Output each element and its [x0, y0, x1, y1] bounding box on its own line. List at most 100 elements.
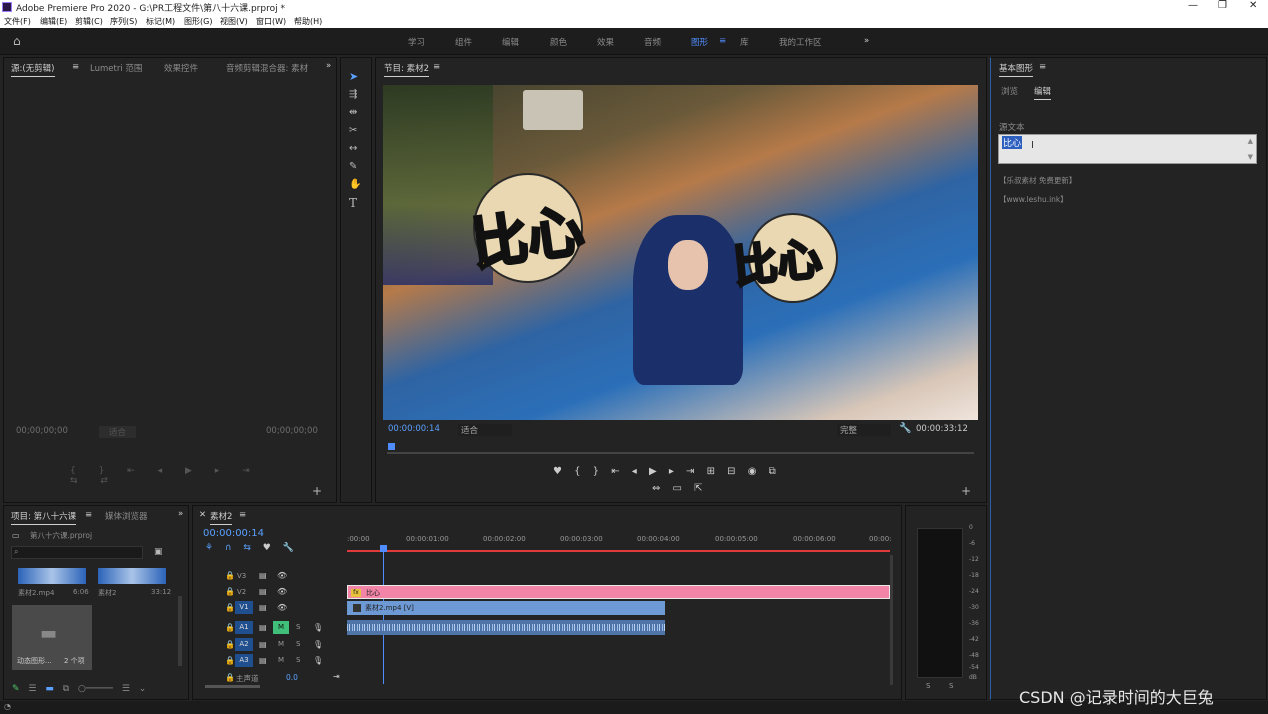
- razor-tool-icon[interactable]: ✂: [349, 126, 357, 136]
- menu-edit[interactable]: 编辑(E): [40, 16, 67, 27]
- program-scrub-bar[interactable]: [387, 452, 974, 454]
- lock-icon[interactable]: 🔒: [225, 623, 235, 632]
- lock-icon[interactable]: 🔒: [225, 571, 235, 580]
- tab-source[interactable]: 源:(无剪辑): [11, 62, 55, 77]
- timeline-timecode[interactable]: 00:00:00:14: [203, 528, 264, 539]
- workspace-libraries[interactable]: 库: [740, 36, 749, 48]
- meter-solo-right[interactable]: S: [949, 682, 953, 690]
- workspace-audio[interactable]: 音频: [644, 36, 661, 48]
- panel-more-icon[interactable]: »: [326, 61, 331, 71]
- maximize-icon[interactable]: ❐: [1218, 0, 1227, 11]
- work-area-bar[interactable]: [347, 550, 890, 552]
- timeline-playhead-line[interactable]: [383, 552, 384, 684]
- mute-button[interactable]: M: [273, 621, 289, 634]
- toggle-sync-icon[interactable]: ▤: [259, 656, 267, 665]
- timeline-playhead-handle[interactable]: [380, 545, 387, 552]
- track-label-a2[interactable]: A2: [235, 638, 253, 651]
- minimize-icon[interactable]: —: [1188, 0, 1198, 11]
- timeline-v-scroll[interactable]: [205, 685, 260, 688]
- microphone-icon[interactable]: 🎙: [313, 623, 323, 632]
- source-timecode-duration[interactable]: 00;00;00;00: [266, 426, 318, 436]
- eye-icon[interactable]: 👁: [277, 587, 287, 596]
- project-more-icon[interactable]: »: [178, 509, 183, 519]
- toggle-sync-icon[interactable]: ▤: [259, 571, 267, 580]
- new-bin-icon[interactable]: ▣: [154, 547, 163, 557]
- source-text-input[interactable]: 比心 I ▲ ▼: [998, 134, 1257, 164]
- menu-file[interactable]: 文件(F): [4, 16, 31, 27]
- project-thumb-1[interactable]: [18, 568, 86, 584]
- workspace-learn[interactable]: 学习: [408, 36, 425, 48]
- menu-clip[interactable]: 剪辑(C): [75, 16, 103, 27]
- source-add-button-icon[interactable]: +: [312, 485, 322, 497]
- clip-a1-audio[interactable]: [347, 620, 665, 635]
- tab-eg-menu-icon[interactable]: ≡: [1039, 62, 1046, 72]
- master-end-icon[interactable]: ⇥: [333, 672, 340, 681]
- workspace-more-icon[interactable]: »: [864, 36, 869, 46]
- microphone-icon[interactable]: 🎙: [313, 656, 323, 665]
- hand-tool-icon[interactable]: ✋: [349, 180, 361, 190]
- workspace-graphics[interactable]: 图形: [691, 36, 708, 48]
- mute-button[interactable]: M: [278, 656, 284, 664]
- eye-icon[interactable]: 👁: [277, 571, 287, 580]
- home-icon[interactable]: ⌂: [13, 35, 21, 47]
- tab-browse[interactable]: 浏览: [1001, 85, 1018, 97]
- solo-button[interactable]: S: [296, 640, 300, 648]
- track-label-a3[interactable]: A3: [235, 654, 253, 667]
- timeline-tool-icons[interactable]: ⚘ ∩ ⇆ ♥ 🔧: [205, 543, 315, 555]
- workspace-color[interactable]: 颜色: [550, 36, 567, 48]
- timeline-close-icon[interactable]: ✕: [199, 510, 206, 520]
- lock-icon[interactable]: 🔒: [225, 656, 235, 665]
- menu-help[interactable]: 帮助(H): [294, 16, 322, 27]
- program-playhead[interactable]: [388, 443, 395, 450]
- track-label-v3[interactable]: V3: [237, 572, 246, 580]
- program-timecode[interactable]: 00:00:00:14: [388, 424, 440, 434]
- track-select-tool-icon[interactable]: ⇶: [349, 90, 357, 100]
- tab-lumetri[interactable]: Lumetri 范围: [90, 62, 142, 74]
- solo-button[interactable]: S: [296, 623, 300, 631]
- solo-button[interactable]: S: [296, 656, 300, 664]
- workspace-assembly[interactable]: 组件: [455, 36, 472, 48]
- tab-timeline-sequence[interactable]: 素材2: [210, 510, 233, 525]
- slip-tool-icon[interactable]: ↔: [349, 144, 357, 154]
- project-search-input[interactable]: ⌕: [11, 546, 143, 559]
- program-settings-wrench-icon[interactable]: 🔧: [899, 424, 911, 434]
- lock-icon[interactable]: 🔒: [225, 603, 235, 612]
- project-folder-item[interactable]: ▬ 动态图形... 2 个项: [12, 605, 92, 670]
- menu-window[interactable]: 窗口(W): [256, 16, 286, 27]
- timeline-scrollbar[interactable]: [890, 555, 893, 685]
- menu-marker[interactable]: 标记(M): [146, 16, 175, 27]
- track-label-a1[interactable]: A1: [235, 621, 253, 634]
- tab-effect-controls[interactable]: 效果控件: [164, 62, 198, 74]
- workspace-my[interactable]: 我的工作区: [779, 36, 822, 48]
- eye-icon[interactable]: 👁: [277, 603, 287, 612]
- track-label-v1[interactable]: V1: [235, 601, 253, 614]
- toggle-sync-icon[interactable]: ▤: [259, 587, 267, 596]
- workspace-effects[interactable]: 效果: [597, 36, 614, 48]
- toggle-sync-icon[interactable]: ▤: [259, 603, 267, 612]
- program-fit-select[interactable]: 适合: [458, 424, 512, 436]
- tab-audio-clip-mixer[interactable]: 音频剪辑混合器: 素材: [226, 62, 308, 74]
- project-thumb-2[interactable]: [98, 568, 166, 584]
- lock-icon[interactable]: 🔒: [225, 640, 235, 649]
- program-extra-controls[interactable]: ⇔ ▭ ⇱: [652, 483, 712, 495]
- program-add-button-icon[interactable]: +: [961, 485, 971, 497]
- tab-essential-graphics[interactable]: 基本图形: [999, 62, 1034, 77]
- tab-program-menu-icon[interactable]: ≡: [433, 62, 440, 72]
- project-footer-controls[interactable]: ✎ ☰ ▬ ⧉ ○───── ☰ ⌄: [12, 684, 182, 696]
- clip-v1-video[interactable]: 素材2.mp4 [V]: [347, 601, 665, 615]
- program-monitor-video[interactable]: 比心 比心: [383, 85, 978, 420]
- menu-sequence[interactable]: 序列(S): [110, 16, 137, 27]
- program-quality-select[interactable]: 完整: [837, 424, 891, 436]
- toggle-sync-icon[interactable]: ▤: [259, 640, 267, 649]
- source-timecode-in[interactable]: 00;00;00;00: [16, 426, 68, 436]
- menu-view[interactable]: 视图(V): [220, 16, 248, 27]
- workspace-editing[interactable]: 编辑: [502, 36, 519, 48]
- microphone-icon[interactable]: 🎙: [313, 640, 323, 649]
- tab-source-menu-icon[interactable]: ≡: [72, 62, 79, 72]
- tab-edit[interactable]: 编辑: [1034, 85, 1052, 100]
- track-label-v2[interactable]: V2: [237, 588, 246, 596]
- lock-icon[interactable]: 🔒: [225, 673, 235, 682]
- clip-v2-graphic[interactable]: fx 比心: [347, 585, 890, 599]
- tab-project[interactable]: 项目: 第八十六课: [11, 510, 77, 525]
- tab-timeline-menu-icon[interactable]: ≡: [239, 510, 246, 520]
